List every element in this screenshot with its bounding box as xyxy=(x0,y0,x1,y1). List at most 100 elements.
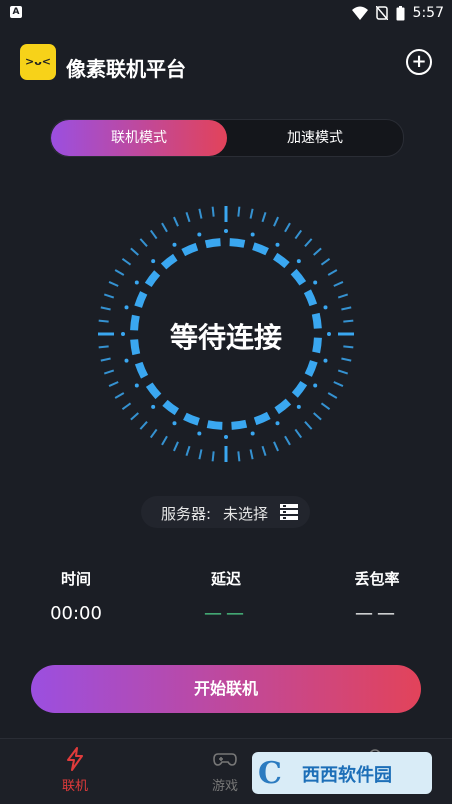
dial-dot xyxy=(323,305,328,310)
server-selector[interactable]: 服务器: 未选择 xyxy=(141,496,310,528)
tab-online-mode[interactable]: 联机模式 xyxy=(51,120,227,156)
stat-time-value: 00:00 xyxy=(50,603,102,624)
dial-tick xyxy=(341,357,352,362)
dial-segment xyxy=(160,253,178,270)
dial-tick xyxy=(261,211,267,223)
nav-item-games[interactable]: 游戏 xyxy=(195,747,255,794)
dial-tick xyxy=(114,392,125,399)
dial-dot xyxy=(124,305,129,310)
connection-stats: 时间 00:00 延迟 —— 丢包率 —— xyxy=(0,568,452,628)
dial-segment xyxy=(253,411,271,426)
dial-tick xyxy=(185,445,191,457)
dial-segment xyxy=(181,242,199,257)
dial-dot xyxy=(151,259,156,264)
dial-tick xyxy=(103,293,115,299)
dial-segment xyxy=(204,238,221,249)
dial-dot xyxy=(313,280,318,285)
dial-tick xyxy=(114,269,125,276)
server-label: 服务器: xyxy=(161,505,212,523)
dial-tick xyxy=(100,306,111,311)
dial-tick xyxy=(198,208,203,219)
dial-tick xyxy=(237,451,241,462)
dial-segment xyxy=(144,270,161,288)
dial-tick xyxy=(139,421,148,430)
dial-tick xyxy=(185,211,191,223)
dial-tick xyxy=(337,369,349,375)
dial-segment xyxy=(145,382,162,400)
dial-tick xyxy=(284,222,291,233)
gamepad-icon xyxy=(213,753,237,766)
tab-accelerate-mode[interactable]: 加速模式 xyxy=(227,120,403,156)
dial-segment xyxy=(229,238,246,248)
dial-tick xyxy=(121,402,132,411)
dial-dot xyxy=(323,358,328,363)
stat-delay-value: —— xyxy=(204,603,248,624)
dial-tick xyxy=(333,381,344,387)
dial-segment xyxy=(252,242,269,256)
dial-dot xyxy=(124,358,129,363)
dial-dot xyxy=(151,404,156,409)
dial-tick xyxy=(130,412,139,421)
dial-tick xyxy=(294,229,303,240)
dial-tick xyxy=(149,428,158,439)
start-connect-button[interactable]: 开始联机 xyxy=(31,665,421,713)
watermark: C 西西软件园 xyxy=(252,752,432,794)
dial-tick xyxy=(139,238,148,247)
stat-time: 时间 00:00 xyxy=(50,568,102,624)
dial-tick xyxy=(130,247,139,256)
dial-tick xyxy=(173,216,179,227)
plus-icon: + xyxy=(411,51,427,72)
dial-dot xyxy=(275,421,280,426)
dial-tick xyxy=(161,435,168,446)
no-sim-icon xyxy=(375,6,388,20)
dial-dot xyxy=(197,232,202,237)
dial-tick xyxy=(108,281,119,287)
dial-dot xyxy=(197,431,202,436)
dial-tick xyxy=(294,428,303,439)
dial-tick xyxy=(273,216,279,227)
stat-delay: 延迟 —— xyxy=(198,568,254,624)
dial-dot xyxy=(250,232,255,237)
dial-tick xyxy=(304,238,313,247)
watermark-text: 西西软件园 xyxy=(302,765,392,786)
dial-segment xyxy=(303,289,318,307)
dial-segment xyxy=(134,291,148,308)
stat-delay-label: 延迟 xyxy=(210,570,241,588)
dial-tick xyxy=(320,257,331,266)
watermark-logo: C xyxy=(258,756,282,791)
battery-icon xyxy=(396,5,405,20)
dial-dot xyxy=(224,435,228,439)
dial-dot xyxy=(172,242,177,247)
stat-loss-label: 丢包率 xyxy=(354,570,400,588)
nav-item-online[interactable]: 联机 xyxy=(45,747,105,794)
lightning-icon xyxy=(67,747,83,771)
dial-segment xyxy=(304,360,318,377)
dial-dot xyxy=(275,242,280,247)
dial-segment xyxy=(162,399,180,416)
dial-tick xyxy=(237,206,241,217)
stat-loss: 丢包率 —— xyxy=(345,568,409,624)
app-title: 像素联机平台 xyxy=(66,57,186,81)
dial-tick xyxy=(327,392,338,399)
dial-tick xyxy=(284,435,291,446)
dial-tick xyxy=(313,247,322,256)
mode-tabs: 联机模式 加速模式 xyxy=(50,119,404,157)
dial-tick xyxy=(249,208,254,219)
app-logo: >ᴗ< xyxy=(20,44,56,80)
dial-segment xyxy=(134,361,149,379)
dial-tick xyxy=(211,451,215,462)
dial-dot xyxy=(296,404,301,409)
status-bar: A 5:57 xyxy=(0,0,452,26)
dial-dot xyxy=(134,383,139,388)
dial-dot xyxy=(313,383,318,388)
stat-loss-value: —— xyxy=(355,603,399,624)
dial-tick xyxy=(261,445,267,457)
dial-dot xyxy=(250,431,255,436)
stat-time-label: 时间 xyxy=(60,570,91,588)
dial-tick xyxy=(304,421,313,430)
dial-tick xyxy=(327,269,338,276)
add-button[interactable]: + xyxy=(406,49,432,75)
dial-segment xyxy=(206,420,223,430)
server-value: 未选择 xyxy=(223,505,269,523)
notification-icon: A xyxy=(10,6,22,18)
